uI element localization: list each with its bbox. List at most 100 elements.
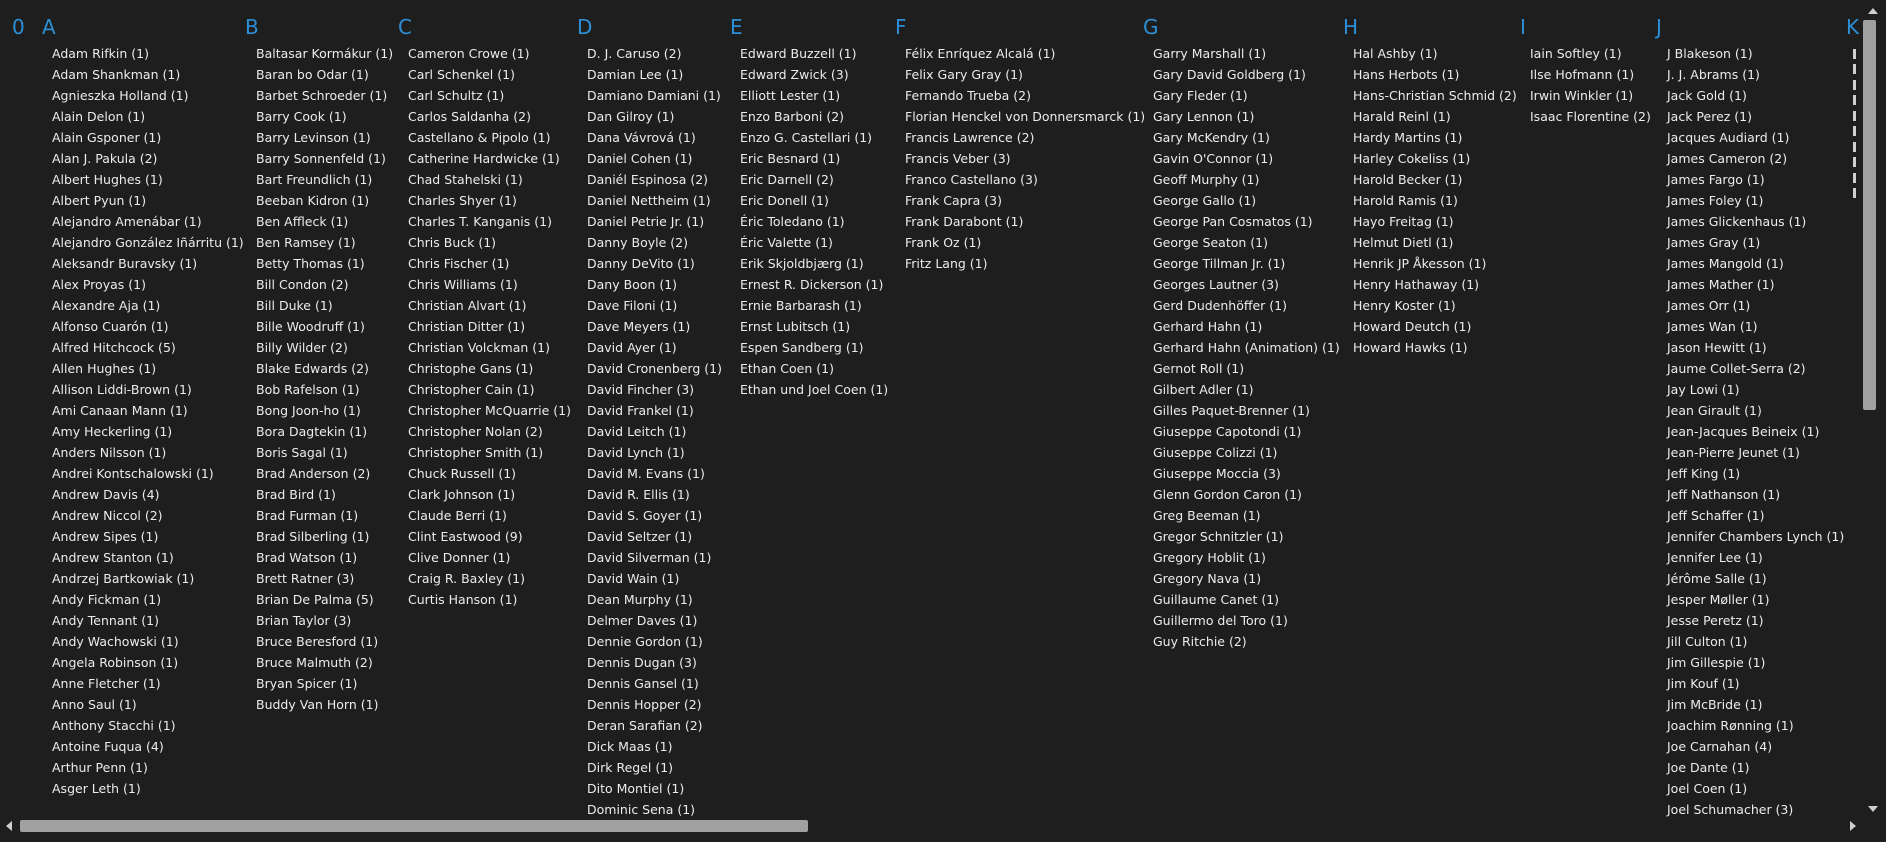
vertical-scroll-thumb[interactable]: [1863, 20, 1876, 410]
director-entry[interactable]: Ernie Barbarash (1): [740, 295, 888, 316]
director-entry[interactable]: Beeban Kidron (1): [256, 190, 393, 211]
director-entry[interactable]: Alfonso Cuarón (1): [52, 316, 244, 337]
director-entry[interactable]: Brad Anderson (2): [256, 463, 393, 484]
director-entry[interactable]: Jaume Collet-Serra (2): [1667, 358, 1844, 379]
director-entry[interactable]: Dennis Gansel (1): [587, 673, 722, 694]
director-entry[interactable]: George Gallo (1): [1153, 190, 1340, 211]
letter-header-h[interactable]: H: [1343, 14, 1358, 40]
director-entry[interactable]: Barry Levinson (1): [256, 127, 393, 148]
director-entry[interactable]: Christian Ditter (1): [408, 316, 571, 337]
director-entry[interactable]: Felix Gary Gray (1): [905, 64, 1145, 85]
scroll-down-arrow-icon[interactable]: [1868, 806, 1878, 812]
director-entry[interactable]: Irwin Winkler (1): [1530, 85, 1651, 106]
director-entry[interactable]: David Leitch (1): [587, 421, 722, 442]
director-entry[interactable]: Hardy Martins (1): [1353, 127, 1517, 148]
director-entry[interactable]: Andy Tennant (1): [52, 610, 244, 631]
director-entry[interactable]: Jeff Nathanson (1): [1667, 484, 1844, 505]
director-entry[interactable]: Clint Eastwood (9): [408, 526, 571, 547]
scroll-up-arrow-icon[interactable]: [1868, 8, 1878, 14]
director-entry[interactable]: Jill Culton (1): [1667, 631, 1844, 652]
director-entry[interactable]: Henry Koster (1): [1353, 295, 1517, 316]
director-entry[interactable]: Helmut Dietl (1): [1353, 232, 1517, 253]
director-entry[interactable]: Anthony Stacchi (1): [52, 715, 244, 736]
director-entry[interactable]: Joel Coen (1): [1667, 778, 1844, 799]
director-entry[interactable]: Baltasar Kormákur (1): [256, 43, 393, 64]
director-entry[interactable]: Christopher Smith (1): [408, 442, 571, 463]
director-entry[interactable]: Jim Kouf (1): [1667, 673, 1844, 694]
director-entry[interactable]: Bill Duke (1): [256, 295, 393, 316]
director-entry[interactable]: Henry Hathaway (1): [1353, 274, 1517, 295]
letter-header-c[interactable]: C: [398, 14, 412, 40]
director-entry[interactable]: Clive Donner (1): [408, 547, 571, 568]
director-entry[interactable]: David R. Ellis (1): [587, 484, 722, 505]
director-entry[interactable]: Alexandre Aja (1): [52, 295, 244, 316]
director-entry[interactable]: Deran Sarafian (2): [587, 715, 722, 736]
director-entry[interactable]: Eric Donell (1): [740, 190, 888, 211]
director-entry[interactable]: Elliott Lester (1): [740, 85, 888, 106]
director-entry[interactable]: Barry Cook (1): [256, 106, 393, 127]
director-entry[interactable]: Dave Meyers (1): [587, 316, 722, 337]
director-entry[interactable]: Frank Capra (3): [905, 190, 1145, 211]
director-entry[interactable]: Georges Lautner (3): [1153, 274, 1340, 295]
director-entry[interactable]: Bob Rafelson (1): [256, 379, 393, 400]
director-entry[interactable]: Ben Ramsey (1): [256, 232, 393, 253]
director-entry[interactable]: Enzo Barboni (2): [740, 106, 888, 127]
director-entry[interactable]: Henrik JP Åkesson (1): [1353, 253, 1517, 274]
director-entry[interactable]: Dito Montiel (1): [587, 778, 722, 799]
director-entry[interactable]: Carlos Saldanha (2): [408, 106, 571, 127]
director-entry[interactable]: Carl Schultz (1): [408, 85, 571, 106]
director-entry[interactable]: Guillaume Canet (1): [1153, 589, 1340, 610]
director-entry[interactable]: Hans Herbots (1): [1353, 64, 1517, 85]
director-entry[interactable]: Geoff Murphy (1): [1153, 169, 1340, 190]
director-entry[interactable]: Gerhard Hahn (Animation) (1): [1153, 337, 1340, 358]
director-entry[interactable]: Bryan Spicer (1): [256, 673, 393, 694]
director-entry[interactable]: Gregory Nava (1): [1153, 568, 1340, 589]
director-entry[interactable]: Bruce Malmuth (2): [256, 652, 393, 673]
director-entry[interactable]: Isaac Florentine (2): [1530, 106, 1651, 127]
director-entry[interactable]: James Mather (1): [1667, 274, 1844, 295]
director-entry[interactable]: Damian Lee (1): [587, 64, 722, 85]
director-entry[interactable]: Alejandro González Iñárritu (1): [52, 232, 244, 253]
director-entry[interactable]: Harold Ramis (1): [1353, 190, 1517, 211]
director-entry[interactable]: David Cronenberg (1): [587, 358, 722, 379]
director-entry[interactable]: Jacques Audiard (1): [1667, 127, 1844, 148]
director-entry[interactable]: Jennifer Chambers Lynch (1): [1667, 526, 1844, 547]
director-entry[interactable]: Andrew Sipes (1): [52, 526, 244, 547]
director-entry[interactable]: Agnieszka Holland (1): [52, 85, 244, 106]
director-entry[interactable]: Claude Berri (1): [408, 505, 571, 526]
director-entry[interactable]: Catherine Hardwicke (1): [408, 148, 571, 169]
director-entry[interactable]: Glenn Gordon Caron (1): [1153, 484, 1340, 505]
director-entry[interactable]: Chris Buck (1): [408, 232, 571, 253]
director-entry[interactable]: Jean-Pierre Jeunet (1): [1667, 442, 1844, 463]
director-entry[interactable]: Jim Gillespie (1): [1667, 652, 1844, 673]
director-entry[interactable]: Andrei Kontschalowski (1): [52, 463, 244, 484]
director-entry[interactable]: Brian Taylor (3): [256, 610, 393, 631]
director-entry[interactable]: Ilse Hofmann (1): [1530, 64, 1651, 85]
director-entry[interactable]: Charles Shyer (1): [408, 190, 571, 211]
director-entry[interactable]: Daniel Petrie Jr. (1): [587, 211, 722, 232]
scroll-left-arrow-icon[interactable]: [6, 821, 12, 831]
director-entry[interactable]: David Ayer (1): [587, 337, 722, 358]
director-entry[interactable]: Dana Vávrová (1): [587, 127, 722, 148]
director-entry[interactable]: Angela Robinson (1): [52, 652, 244, 673]
director-entry[interactable]: Brett Ratner (3): [256, 568, 393, 589]
director-entry[interactable]: Charles T. Kanganis (1): [408, 211, 571, 232]
director-entry[interactable]: Francis Veber (3): [905, 148, 1145, 169]
letter-header-f[interactable]: F: [895, 14, 907, 40]
director-entry[interactable]: Chris Fischer (1): [408, 253, 571, 274]
director-entry[interactable]: James Wan (1): [1667, 316, 1844, 337]
director-entry[interactable]: Gilbert Adler (1): [1153, 379, 1340, 400]
director-entry[interactable]: Andrew Niccol (2): [52, 505, 244, 526]
director-entry[interactable]: Éric Toledano (1): [740, 211, 888, 232]
director-entry[interactable]: Dany Boon (1): [587, 274, 722, 295]
director-entry[interactable]: Ernst Lubitsch (1): [740, 316, 888, 337]
director-entry[interactable]: Harold Becker (1): [1353, 169, 1517, 190]
director-entry[interactable]: Gary David Goldberg (1): [1153, 64, 1340, 85]
director-entry[interactable]: Hans-Christian Schmid (2): [1353, 85, 1517, 106]
director-entry[interactable]: Arthur Penn (1): [52, 757, 244, 778]
director-entry[interactable]: Jeff King (1): [1667, 463, 1844, 484]
letter-header-e[interactable]: E: [730, 14, 743, 40]
director-entry[interactable]: Brian De Palma (5): [256, 589, 393, 610]
director-entry[interactable]: Albert Pyun (1): [52, 190, 244, 211]
director-entry[interactable]: Dominic Sena (1): [587, 799, 722, 820]
